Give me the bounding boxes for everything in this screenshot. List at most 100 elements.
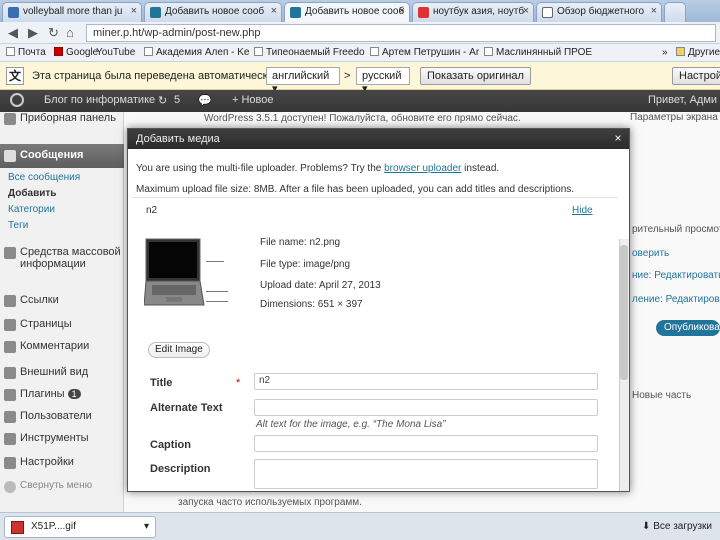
show-all-downloads-link[interactable]: ⬇ Все загрузки (642, 521, 712, 532)
translate-arrow: > (344, 70, 351, 82)
links-icon (4, 295, 16, 307)
publish-button[interactable]: Опубликовать (656, 320, 720, 336)
thumbnail-callout-line (206, 291, 228, 292)
bookmark-item[interactable]: Почта (6, 47, 46, 58)
dialog-title: Добавить медиа (136, 133, 220, 145)
collapse-icon (4, 481, 16, 493)
browser-uploader-link[interactable]: browser uploader (384, 163, 461, 174)
plugins-update-badge: 1 (67, 389, 81, 399)
forward-arrow-icon[interactable]: ▶ (28, 25, 38, 41)
bookmark-item[interactable]: Типеонаемый Freedo (254, 47, 365, 58)
screen-options-link[interactable]: Параметры экрана (630, 112, 718, 123)
thumbnail-callout-line (206, 301, 228, 302)
sidebar-sub-add-new[interactable]: Добавить (8, 188, 56, 199)
pages-icon (4, 319, 16, 331)
caption-input[interactable] (254, 435, 598, 452)
translate-bar: 文 Эта страница была переведена автоматич… (0, 62, 720, 95)
title-input[interactable]: n2 (254, 373, 598, 390)
chevron-down-icon[interactable]: ▾ (144, 521, 149, 532)
new-content-link[interactable]: + Новое (232, 94, 274, 106)
preview-link-fragment[interactable]: рительный просмотр (632, 224, 720, 235)
reload-icon[interactable]: ↻ (48, 25, 59, 41)
howdy-user-link[interactable]: Привет, Адми (648, 94, 717, 106)
sidebar-collapse-menu[interactable]: Свернуть меню (0, 480, 124, 493)
bookmarks-overflow-button[interactable]: » (662, 47, 668, 58)
add-media-dialog: Добавить медиа × You are using the multi… (127, 128, 630, 492)
sidebar-item-appearance[interactable]: Внешний вид (0, 366, 124, 379)
bookmark-item[interactable]: Маслинянный ПРОЕ (484, 47, 592, 58)
sidebar-item-pages[interactable]: Страницы (0, 318, 124, 331)
download-item[interactable]: X51P....gif ▾ (4, 516, 156, 538)
update-notice[interactable]: WordPress 3.5.1 доступен! Пожалуйста, об… (204, 113, 521, 124)
close-icon[interactable]: × (523, 5, 529, 17)
bookmark-item[interactable]: Академия Алeп - Ke (144, 47, 249, 58)
sidebar-sub-all-posts[interactable]: Все сообщения (8, 172, 80, 183)
youtube-icon (54, 47, 63, 56)
sidebar-item-plugins[interactable]: Плагины 1 (0, 388, 124, 401)
tab-label: Добавить новое сооб (165, 6, 265, 17)
browser-tab[interactable]: Добавить новое сооб × (144, 2, 282, 22)
browser-tab[interactable]: Обзор бюджетного × (536, 2, 662, 22)
alternate-text-label: Alternate Text (150, 402, 223, 414)
laptop-display (149, 242, 197, 278)
close-icon[interactable]: × (651, 5, 657, 17)
close-icon[interactable]: × (399, 5, 405, 17)
updates-icon[interactable]: ↻ (158, 94, 167, 107)
laptop-touchpad (166, 297, 182, 302)
download-filename: X51P....gif (31, 521, 76, 532)
bottom-text-fragment: запуска часто используемых программ. (178, 497, 362, 508)
hide-link[interactable]: Hide (572, 205, 593, 216)
edit-image-button[interactable]: Edit Image (148, 342, 210, 358)
pin-icon (4, 150, 16, 162)
visibility-edit-fragment[interactable]: ление: Редактировать (632, 294, 720, 305)
sidebar-sub-tags[interactable]: Теги (8, 220, 28, 231)
tools-icon (4, 433, 16, 445)
sidebar-item-media[interactable]: Средства массовой информации (0, 246, 124, 270)
status-edit-fragment[interactable]: ние: Редактировать (632, 270, 720, 281)
bookmark-item[interactable]: YouTube (96, 47, 135, 58)
bookmark-item[interactable]: Google (54, 47, 98, 58)
sidebar-item-comments[interactable]: Комментарии (0, 340, 124, 353)
sidebar-item-links[interactable]: Ссылки (0, 294, 124, 307)
tab-label: ноутбук азия, ноутб (433, 6, 525, 17)
wordpress-icon[interactable] (10, 93, 24, 107)
dialog-scrollbar-thumb[interactable] (620, 245, 628, 380)
sidebar-item-settings[interactable]: Настройки (0, 456, 124, 469)
required-marker: * (236, 377, 241, 389)
close-icon[interactable]: × (611, 131, 625, 145)
comments-icon[interactable]: 💬 (198, 94, 212, 107)
new-part-fragment: Новые часть (632, 390, 692, 401)
other-bookmarks[interactable]: Другие (676, 47, 720, 58)
browser-tab-active[interactable]: Добавить новое сооб × (284, 2, 410, 22)
new-tab-button[interactable] (664, 2, 686, 22)
updates-count[interactable]: 5 (174, 94, 180, 106)
upload-date-meta: Upload date: April 27, 2013 (260, 280, 381, 291)
media-icon (4, 247, 16, 259)
close-icon[interactable]: × (271, 5, 277, 17)
target-language-select[interactable]: русский ▾ (356, 67, 410, 95)
close-icon[interactable]: × (131, 5, 137, 17)
check-link-fragment[interactable]: оверить (632, 248, 669, 259)
browser-tab-strip: volleyball more than ju × Добавить новое… (0, 0, 720, 22)
sidebar-item-users[interactable]: Пользователи (0, 410, 124, 423)
site-name-link[interactable]: Блог по информатике (44, 94, 155, 106)
alternate-text-input[interactable] (254, 399, 598, 416)
sidebar-item-posts[interactable]: Сообщения (0, 144, 124, 168)
description-textarea[interactable] (254, 459, 598, 489)
sidebar-item-dashboard[interactable]: Приборная панель (0, 112, 124, 125)
sidebar-item-tools[interactable]: Инструменты (0, 432, 124, 445)
translate-settings-button[interactable]: Настройки (672, 67, 720, 85)
show-original-button[interactable]: Показать оригинал (420, 67, 531, 85)
browser-tab[interactable]: ноутбук азия, ноутб × (412, 2, 534, 22)
users-icon (4, 411, 16, 423)
address-bar[interactable]: miner.p.ht/wp-admin/post-new.php (86, 24, 716, 42)
source-language-select[interactable]: английский ▾ (266, 67, 340, 95)
bookmark-item[interactable]: Артем Петрушин - Ar (370, 47, 479, 58)
divider (132, 197, 618, 198)
back-arrow-icon[interactable]: ◀ (8, 25, 18, 41)
bookmarks-bar: Почта Google YouTube Академия Алeп - Ke … (0, 44, 720, 62)
sidebar-sub-categories[interactable]: Категории (8, 204, 55, 215)
yandex-icon (418, 7, 429, 18)
browser-tab[interactable]: volleyball more than ju × (2, 2, 142, 22)
home-icon[interactable]: ⌂ (66, 25, 74, 40)
